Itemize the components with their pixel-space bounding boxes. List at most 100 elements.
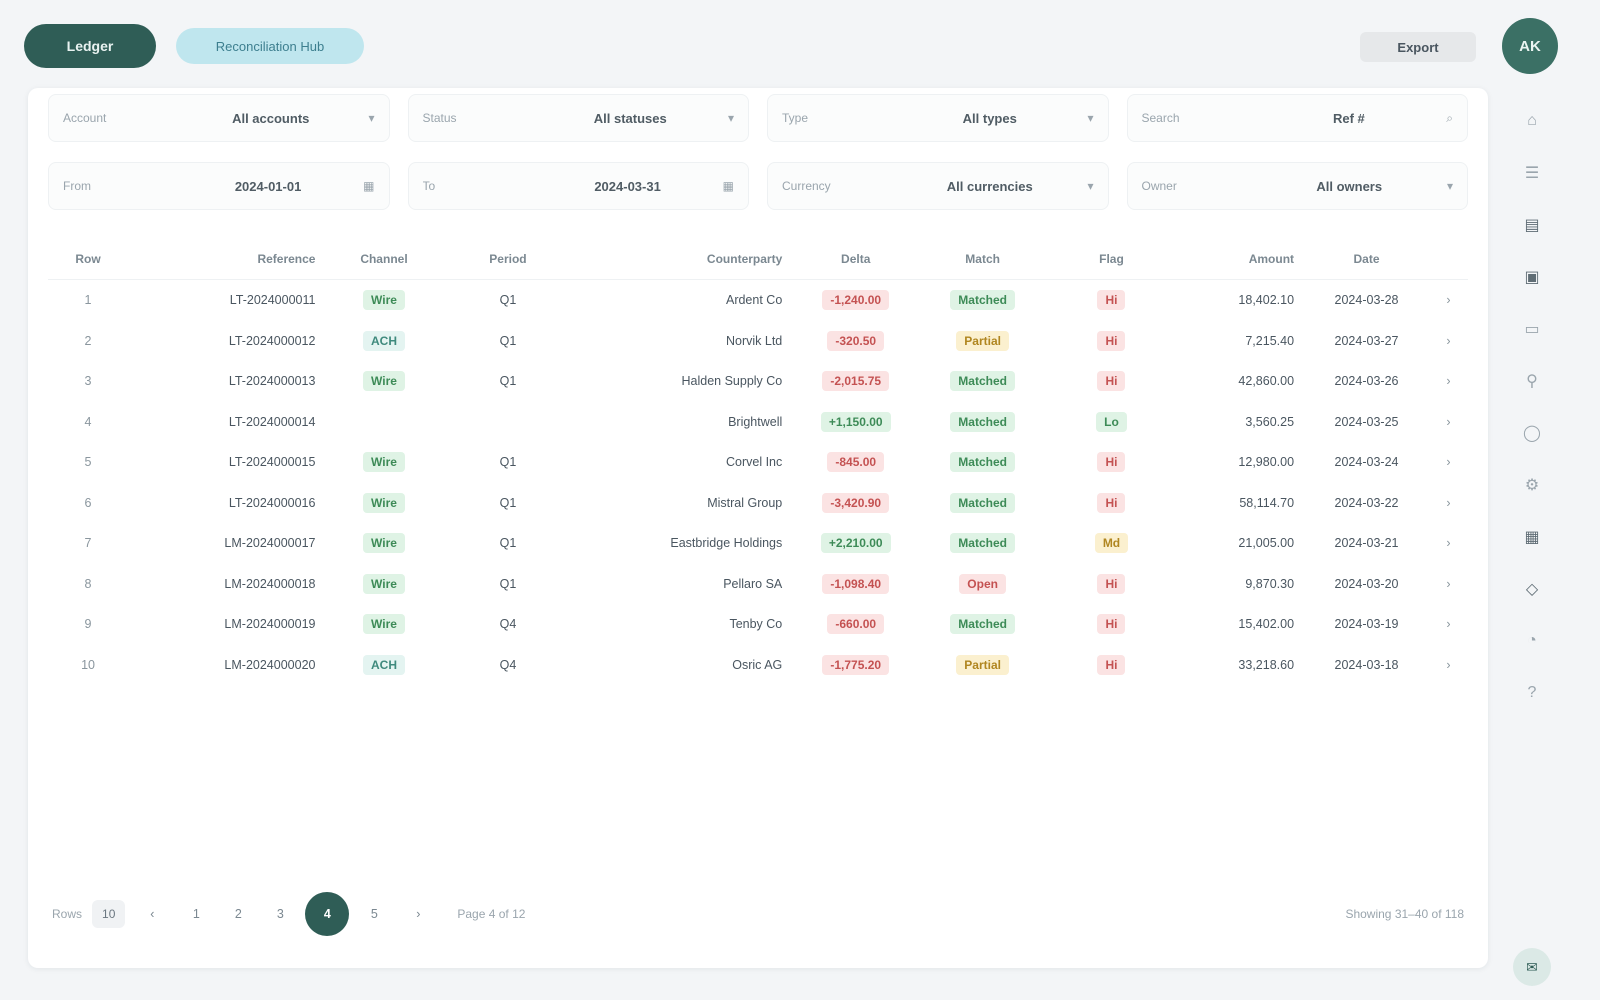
flag-badge: Hi (1097, 614, 1126, 635)
filter-to[interactable]: To 2024-03-31 ▦ (407, 162, 749, 210)
page-button[interactable]: 5 (357, 897, 391, 931)
chan-badge: Wire (363, 573, 405, 594)
cell-flag: Md (1046, 533, 1177, 554)
cell-ck[interactable]: › (1429, 334, 1468, 348)
cell-chan: ACH (323, 330, 444, 351)
top-bar: Ledger Reconciliation Hub Export AK (0, 0, 1600, 92)
cell-n: 3 (84, 374, 92, 389)
table-row[interactable]: 5 LT-2024000015 Wire Q1 Corvel Inc -845.00 Mat… (48, 442, 1468, 483)
cell-ck[interactable]: › (1429, 496, 1468, 510)
page-button[interactable]: 1 (179, 897, 213, 931)
table-row[interactable]: 1 LT-2024000011 Wire Q1 Ardent Co -1,240.00 Ma… (48, 280, 1468, 321)
chat-icon[interactable]: ✉ (1513, 948, 1551, 986)
column-header[interactable]: Channel (323, 252, 444, 266)
table-row[interactable]: 10 LM-2024000020 ACH Q4 Osric AG -1,775.20 Par… (48, 645, 1468, 686)
tag-icon[interactable]: ◇ (1515, 572, 1549, 606)
table-row[interactable]: 9 LM-2024000019 Wire Q4 Tenby Co -660.00 Match… (48, 604, 1468, 645)
cell-n: 10 (81, 657, 95, 672)
cell-amt: 7,215.40 (1245, 333, 1295, 348)
rows-label: Rows (52, 907, 83, 921)
column-header[interactable]: Delta (792, 252, 919, 266)
chan-badge: Wire (363, 371, 405, 392)
delta-badge: -320.50 (827, 330, 885, 351)
table-row[interactable]: 2 LT-2024000012 ACH Q1 Norvik Ltd -320.50 Part… (48, 321, 1468, 362)
filter-account[interactable]: Account All accounts ▾ (48, 94, 390, 142)
cell-ref: LT-2024000012 (228, 333, 316, 348)
column-header[interactable]: Date (1304, 252, 1429, 266)
filter-value: 2024-01-01 (234, 178, 302, 194)
chevron-down-icon: ▾ (1087, 111, 1094, 125)
filter-value: All types (962, 110, 1017, 126)
cell-per: Q1 (499, 293, 517, 308)
page-size-select[interactable]: 10 (92, 900, 126, 928)
table-row[interactable]: 3 LT-2024000013 Wire Q1 Halden Supply Co -2,0… (48, 361, 1468, 402)
filter-type[interactable]: Type All types ▾ (767, 94, 1109, 142)
help-icon[interactable]: ? (1515, 676, 1549, 710)
cell-ref: LM-2024000019 (224, 617, 316, 632)
cell-ck[interactable]: › (1429, 658, 1468, 672)
cell-match: Matched (919, 371, 1046, 392)
avatar[interactable]: AK (1502, 18, 1558, 74)
settings-icon[interactable]: ⚙ (1515, 468, 1549, 502)
bell-icon[interactable]: ◔ (1515, 624, 1549, 658)
cell-ck[interactable]: › (1429, 374, 1468, 388)
cell-match: Matched (919, 492, 1046, 513)
chan-badge: Wire (363, 290, 405, 311)
prev-page-button[interactable]: ‹ (135, 897, 169, 931)
next-page-button[interactable]: › (401, 897, 435, 931)
user-icon[interactable]: ◯ (1515, 416, 1549, 450)
cell-ck[interactable]: › (1429, 415, 1468, 429)
cell-amt: 21,005.00 (1238, 536, 1295, 551)
cell-n: 7 (84, 536, 92, 551)
cell-delta: -660.00 (792, 614, 919, 635)
match-badge: Partial (956, 330, 1009, 351)
chart-icon[interactable]: ▤ (1515, 208, 1549, 242)
filter-icon[interactable]: ⚲ (1515, 364, 1549, 398)
cell-ck[interactable]: › (1429, 577, 1468, 591)
export-button[interactable]: Export (1360, 32, 1476, 62)
filter-currency[interactable]: Currency All currencies ▾ (767, 162, 1109, 210)
cell-ck[interactable]: › (1429, 293, 1468, 307)
brand-button[interactable]: Ledger (24, 24, 156, 68)
filter-owner[interactable]: Owner All owners ▾ (1126, 162, 1468, 210)
cell-n: 6 (84, 495, 92, 510)
cell-ck[interactable]: › (1429, 617, 1468, 631)
filter-value: All owners (1316, 178, 1383, 194)
table-row[interactable]: 7 LM-2024000017 Wire Q1 Eastbridge Holdings +… (48, 523, 1468, 564)
calendar-icon[interactable]: ▦ (1515, 520, 1549, 554)
filter-status[interactable]: Status All statuses ▾ (407, 94, 749, 142)
match-badge: Matched (950, 533, 1015, 554)
page-button[interactable]: 4 (305, 892, 350, 936)
cell-per: Q1 (499, 536, 517, 551)
page-button[interactable]: 3 (263, 897, 297, 931)
column-header[interactable]: Amount (1177, 252, 1304, 266)
wallet-icon[interactable]: ▣ (1515, 260, 1549, 294)
context-chip[interactable]: Reconciliation Hub (176, 28, 364, 64)
home-icon[interactable]: ⌂ (1515, 104, 1549, 138)
cell-date: 2024-03-28 (1334, 293, 1399, 308)
column-header[interactable]: Reference (128, 252, 323, 266)
search-icon: ⌕ (1446, 110, 1453, 125)
cell-n: 9 (84, 617, 92, 632)
table-row[interactable]: 4 LT-2024000014 Brightwell +1,150.00 Matched… (48, 402, 1468, 443)
cell-chan: Wire (323, 290, 444, 311)
cell-match: Matched (919, 452, 1046, 473)
filter-search[interactable]: Search Ref # ⌕ (1126, 94, 1468, 142)
table-row[interactable]: 6 LT-2024000016 Wire Q1 Mistral Group -3,420.… (48, 483, 1468, 524)
table-row[interactable]: 8 LM-2024000018 Wire Q1 Pellaro SA -1,098.40 O… (48, 564, 1468, 605)
column-header[interactable]: Flag (1046, 252, 1177, 266)
page-button[interactable]: 2 (221, 897, 255, 931)
list-icon[interactable]: ☰ (1515, 156, 1549, 190)
cell-ck[interactable]: › (1429, 455, 1468, 469)
cell-date: 2024-03-22 (1334, 495, 1399, 510)
column-header[interactable]: Match (919, 252, 1046, 266)
column-header[interactable]: Row (48, 252, 128, 266)
cell-ck[interactable]: › (1429, 536, 1468, 550)
cell-amt: 42,860.00 (1238, 374, 1295, 389)
column-header[interactable]: Period (445, 252, 572, 266)
flag-badge: Hi (1097, 573, 1126, 594)
column-header[interactable]: Counterparty (571, 252, 792, 266)
doc-icon[interactable]: ▭ (1515, 312, 1549, 346)
filter-label: From (63, 179, 91, 193)
filter-from[interactable]: From 2024-01-01 ▦ (48, 162, 390, 210)
